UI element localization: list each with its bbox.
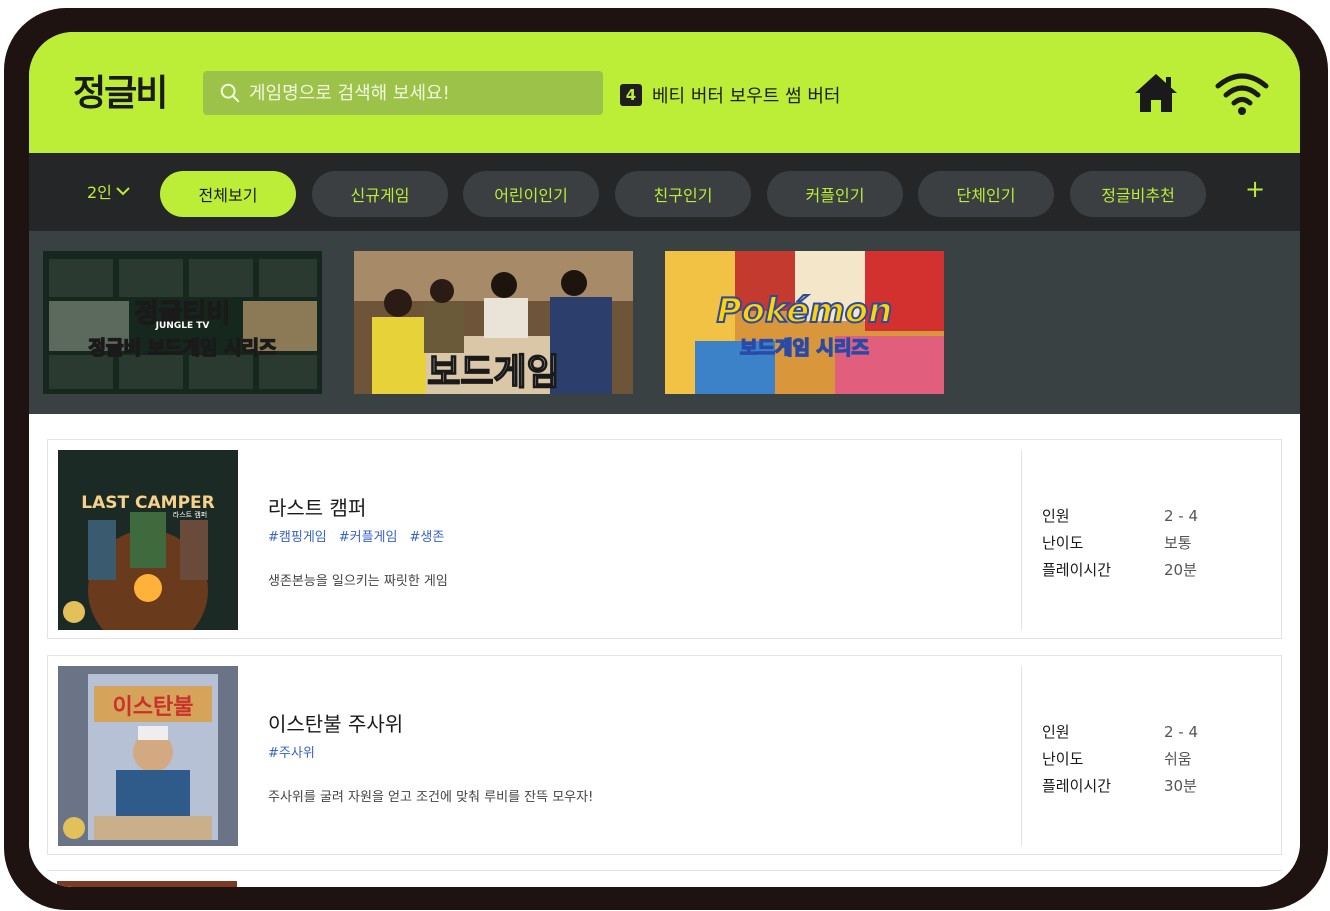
game-description: 생존본능을 일으키는 짜릿한 게임 (268, 574, 448, 589)
spec-players: 인원 2 - 4 (1042, 718, 1198, 745)
game-tag[interactable]: #생존 (409, 526, 444, 545)
spec-playtime: 플레이시간 30분 (1042, 772, 1198, 799)
rank-keyword: 베티 버터 보우트 썸 버터 (652, 86, 841, 107)
home-icon[interactable] (1133, 72, 1179, 114)
banner-boardgame-title: 보드게임 (427, 351, 561, 394)
spec-label: 플레이시간 (1042, 561, 1112, 579)
app-screen: 정글비 4 베티 버터 보우트 썸 버터 2인 (29, 32, 1300, 887)
game-list: LAST CAMPER 라스트 캠퍼 라스트 캠퍼 #캠핑게임 #커플게임 #생… (29, 414, 1300, 887)
spec-value: 2 - 4 (1164, 722, 1199, 741)
header: 정글비 4 베티 버터 보우트 썸 버터 (29, 32, 1300, 153)
game-title: 이스탄불 주사위 (268, 712, 404, 736)
chevron-down-icon (116, 187, 130, 196)
tab-couple[interactable]: 커플인기 (767, 171, 903, 217)
people-count-value: 2인 (87, 183, 112, 202)
banner-boardgame[interactable]: 보드게임 (354, 251, 633, 394)
spec-label: 플레이시간 (1042, 777, 1112, 795)
spec-label: 인원 (1042, 507, 1070, 525)
tab-kids[interactable]: 어린이인기 (463, 171, 599, 217)
game-tag[interactable]: #커플게임 (339, 526, 398, 545)
game-tags: #주사위 (268, 742, 315, 761)
rank-number-badge: 4 (620, 84, 642, 106)
search-bar[interactable] (203, 71, 603, 115)
search-input[interactable] (249, 82, 589, 104)
banner-pokemon[interactable]: Pokémon 보드게임 시리즈 (665, 251, 944, 394)
spec-players: 인원 2 - 4 (1042, 502, 1198, 529)
spec-value: 30분 (1164, 777, 1197, 795)
game-cover-image: 이스탄불 (58, 666, 238, 846)
spec-label: 인원 (1042, 723, 1070, 741)
spec-label: 난이도 (1042, 750, 1084, 768)
people-count-select[interactable]: 2인 (87, 179, 130, 203)
game-title: 라스트 캠퍼 (268, 496, 367, 520)
game-specs: 인원 2 - 4 난이도 보통 플레이시간 20분 (1042, 502, 1198, 583)
spec-playtime: 플레이시간 20분 (1042, 556, 1198, 583)
banner-carousel: 정글티비 JUNGLE TV 정글비 보드게임 시리즈 보드게임 Pokémon… (29, 231, 1300, 414)
spec-difficulty: 난이도 쉬움 (1042, 745, 1198, 772)
banner-pokemon-caption: 보드게임 시리즈 (739, 336, 869, 360)
tab-group[interactable]: 단체인기 (918, 171, 1054, 217)
game-specs: 인원 2 - 4 난이도 쉬움 플레이시간 30분 (1042, 718, 1198, 799)
spec-value: 2 - 4 (1164, 506, 1199, 525)
game-tag[interactable]: #캠핑게임 (268, 526, 327, 545)
wifi-icon[interactable] (1215, 72, 1269, 116)
cover-title: 이스탄불 (113, 695, 194, 720)
card-divider (1021, 666, 1022, 846)
spec-difficulty: 난이도 보통 (1042, 529, 1198, 556)
card-divider (1021, 450, 1022, 630)
banner-jungle-tv-subtitle: JUNGLE TV (155, 321, 210, 331)
realtime-ranking[interactable]: 4 베티 버터 보우트 썸 버터 (620, 82, 841, 108)
search-icon (220, 83, 240, 103)
banner-jungle-tv-caption: 정글비 보드게임 시리즈 (88, 336, 278, 360)
game-tag[interactable]: #주사위 (268, 742, 315, 761)
game-tags: #캠핑게임 #커플게임 #생존 (268, 526, 444, 545)
cover-title: LAST CAMPER (81, 493, 214, 513)
more-tabs-button[interactable]: + (1245, 175, 1265, 203)
game-description: 주사위를 굴려 자원을 얻고 조건에 맞춰 루비를 잔뜩 모우자! (268, 790, 594, 805)
tab-recommend[interactable]: 정글비추천 (1070, 171, 1206, 217)
spec-value: 쉬움 (1164, 750, 1192, 768)
category-nav: 2인 전체보기 신규게임 어린이인기 친구인기 커플인기 단체인기 정글비추천 … (29, 153, 1300, 231)
logo[interactable]: 정글비 (73, 72, 168, 116)
tab-all[interactable]: 전체보기 (160, 171, 296, 217)
spec-value: 20분 (1164, 561, 1197, 579)
game-card[interactable]: 이스탄불 이스탄불 주사위 #주사위 주사위를 굴려 자원을 얻고 조건에 맞춰… (47, 655, 1282, 855)
cover-subtitle: 라스트 캠퍼 (173, 510, 207, 519)
game-card[interactable]: LAST CAMPER 라스트 캠퍼 라스트 캠퍼 #캠핑게임 #커플게임 #생… (47, 439, 1282, 639)
tab-new[interactable]: 신규게임 (312, 171, 448, 217)
game-card-partial[interactable] (47, 870, 1282, 887)
game-cover-image: LAST CAMPER 라스트 캠퍼 (58, 450, 238, 630)
spec-label: 난이도 (1042, 534, 1084, 552)
game-cover-image (57, 881, 237, 887)
banner-jungle-tv[interactable]: 정글티비 JUNGLE TV 정글비 보드게임 시리즈 (43, 251, 322, 394)
banner-pokemon-logo: Pokémon (716, 290, 894, 332)
spec-value: 보통 (1164, 534, 1192, 552)
tab-friends[interactable]: 친구인기 (615, 171, 751, 217)
